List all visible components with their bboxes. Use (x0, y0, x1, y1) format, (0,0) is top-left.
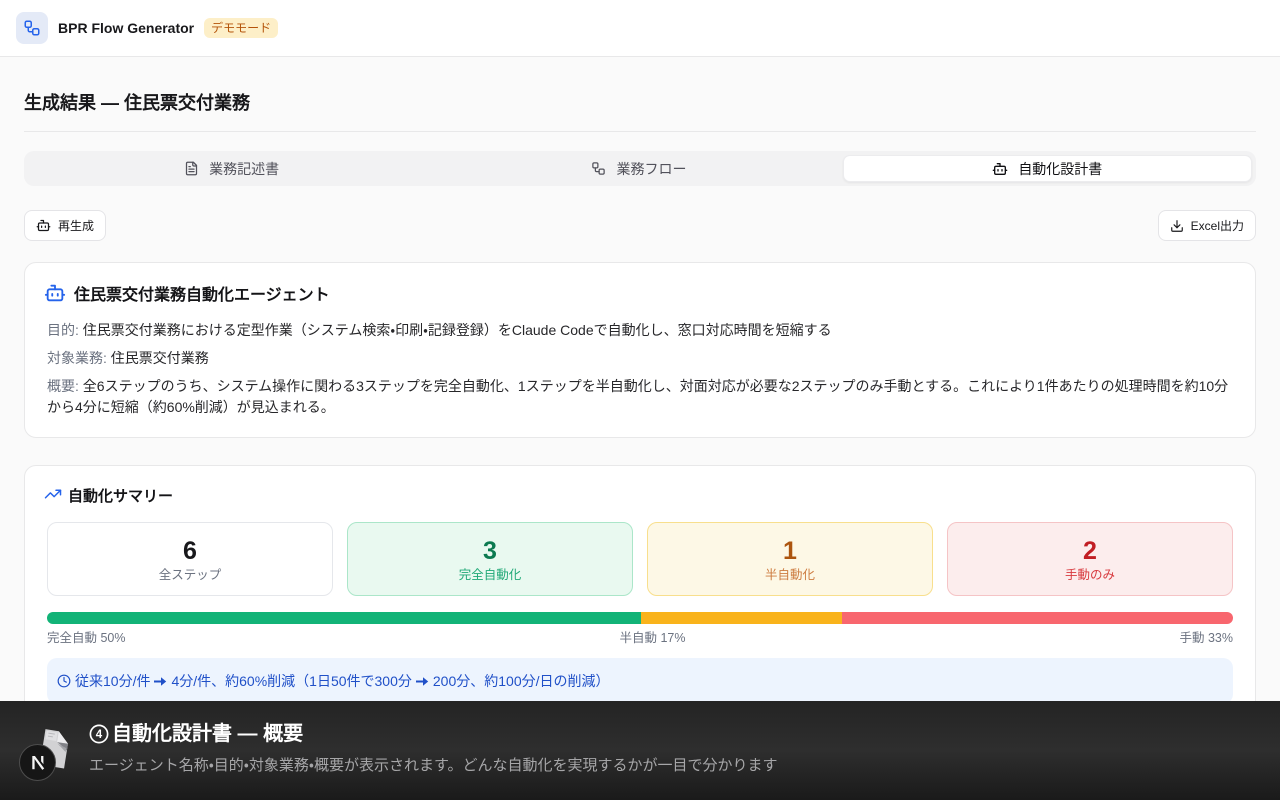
svg-text:4: 4 (96, 729, 103, 741)
